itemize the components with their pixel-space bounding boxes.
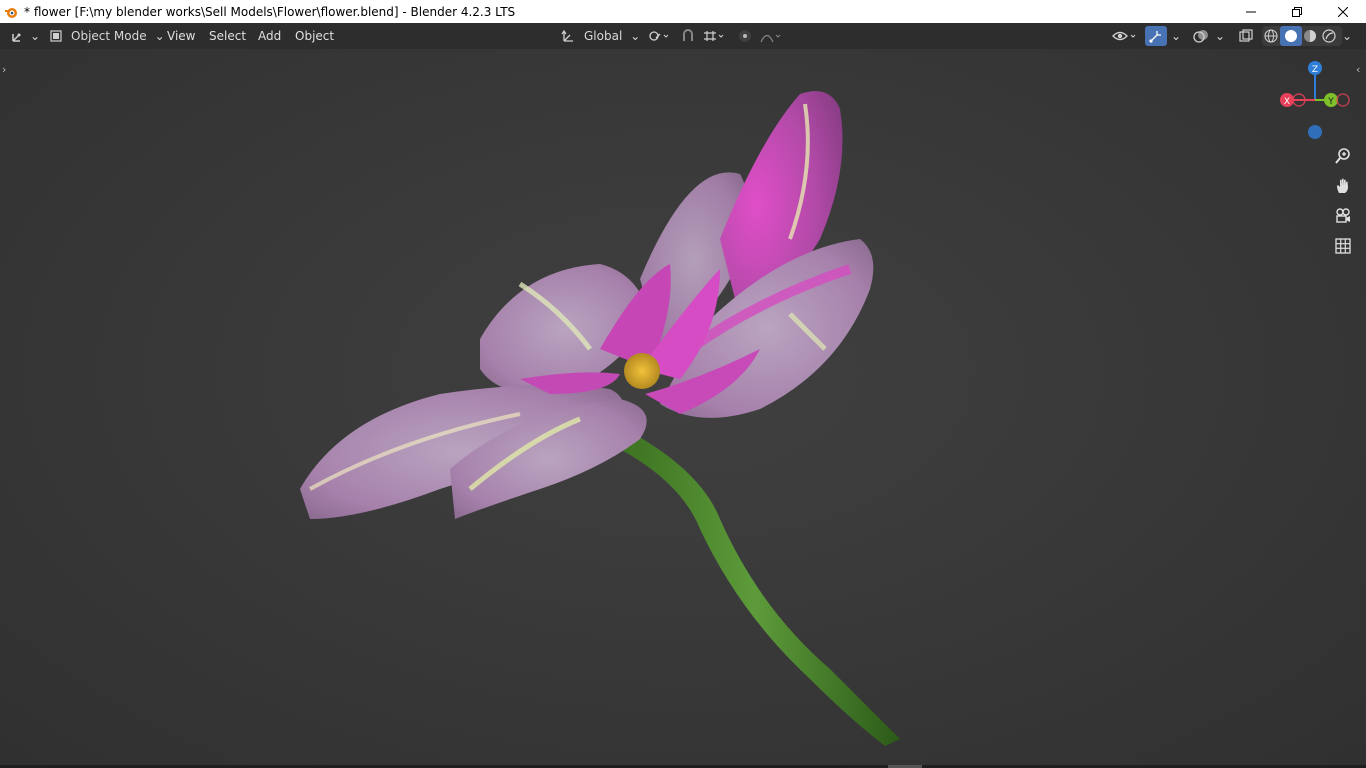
camera-icon (1336, 208, 1350, 223)
svg-text:X: X (1284, 97, 1290, 107)
orientation-label: Global (584, 29, 623, 43)
shading-dropdown[interactable]: ⌄ (1341, 23, 1353, 49)
gizmo-toggle[interactable] (1145, 26, 1167, 46)
navigation-gizmo[interactable]: Z X Y (1276, 57, 1356, 147)
sidebar-expand-arrow[interactable]: ‹ (1356, 63, 1360, 76)
xray-icon (1239, 29, 1253, 42)
orientation-icon (561, 29, 573, 42)
gizmo-dropdown[interactable]: ⌄ (1170, 23, 1182, 49)
proportional-editing-icon (739, 30, 751, 42)
toolbar-expand-arrow[interactable]: › (2, 63, 6, 76)
window-title-bar: * flower [F:\my blender works\Sell Model… (0, 0, 1366, 23)
transform-orientation-dropdown[interactable]: Global ⌄ (557, 26, 645, 46)
pan-button[interactable] (1331, 174, 1355, 198)
restore-icon (1292, 6, 1302, 17)
3d-viewport[interactable]: › ‹ Z X Y (0, 49, 1366, 768)
visibility-button[interactable] (1110, 26, 1140, 46)
zoom-icon (1335, 148, 1350, 164)
perspective-toggle-button[interactable] (1331, 234, 1355, 258)
camera-view-button[interactable] (1331, 204, 1355, 228)
perspective-grid-icon (1335, 238, 1351, 254)
menu-view[interactable]: View (161, 23, 201, 49)
falloff-icon (760, 34, 781, 43)
gizmo-neg-y-axis[interactable] (1336, 93, 1350, 107)
editor-type-button[interactable]: ⌄ (10, 23, 40, 49)
rendered-shading-icon (1322, 29, 1336, 43)
wireframe-shading-icon (1264, 29, 1278, 43)
snap-increment-icon (704, 31, 724, 41)
shading-rendered-button[interactable] (1318, 26, 1340, 46)
visibility-icon (1112, 31, 1136, 41)
object-mode-dropdown[interactable]: Object Mode ⌄ (45, 26, 169, 46)
menu-select[interactable]: Select (203, 23, 252, 49)
object-mode-label: Object Mode (71, 29, 147, 43)
close-icon (1338, 6, 1348, 17)
xray-toggle[interactable] (1235, 26, 1257, 46)
chevron-down-icon: ⌄ (1341, 29, 1353, 43)
window-title: * flower [F:\my blender works\Sell Model… (24, 4, 516, 19)
chevron-down-icon: ⌄ (1170, 29, 1182, 43)
shading-wireframe-button[interactable] (1260, 26, 1282, 46)
chevron-down-icon: ⌄ (1214, 29, 1226, 43)
menu-add[interactable]: Add (252, 23, 287, 49)
snap-icon (683, 29, 693, 41)
restore-button[interactable] (1274, 0, 1320, 23)
falloff-button[interactable] (757, 26, 785, 46)
svg-text:Y: Y (1327, 97, 1334, 107)
object-mode-icon (50, 30, 62, 42)
material-preview-icon (1304, 30, 1316, 42)
menu-object[interactable]: Object (289, 23, 340, 49)
overlay-dropdown[interactable]: ⌄ (1214, 23, 1226, 49)
navigation-tools (1331, 144, 1355, 264)
viewport-header: ⌄ Object Mode ⌄ View Select Add Object G… (0, 23, 1366, 49)
pivot-point-icon (649, 31, 669, 41)
svg-text:Z: Z (1312, 65, 1318, 75)
minimize-button[interactable] (1228, 0, 1274, 23)
overlay-icon (1193, 30, 1208, 43)
snap-target-button[interactable] (700, 26, 728, 46)
flower-model (300, 91, 900, 746)
overlay-toggle[interactable] (1190, 26, 1212, 46)
gizmo-neg-z-axis[interactable] (1308, 125, 1322, 139)
zoom-button[interactable] (1331, 144, 1355, 168)
solid-shading-icon (1285, 30, 1297, 42)
blender-logo-icon (5, 7, 17, 18)
chevron-down-icon: ⌄ (630, 29, 641, 43)
pivot-point-button[interactable] (644, 26, 672, 46)
chevron-down-icon: ⌄ (30, 29, 41, 43)
hand-pan-icon (1337, 178, 1348, 193)
minimize-icon (1246, 11, 1256, 12)
gizmo-icon (1149, 31, 1161, 43)
snap-toggle[interactable] (677, 26, 699, 46)
axes-editor-icon (12, 33, 21, 42)
close-button[interactable] (1320, 0, 1366, 23)
proportional-editing-toggle[interactable] (734, 26, 756, 46)
